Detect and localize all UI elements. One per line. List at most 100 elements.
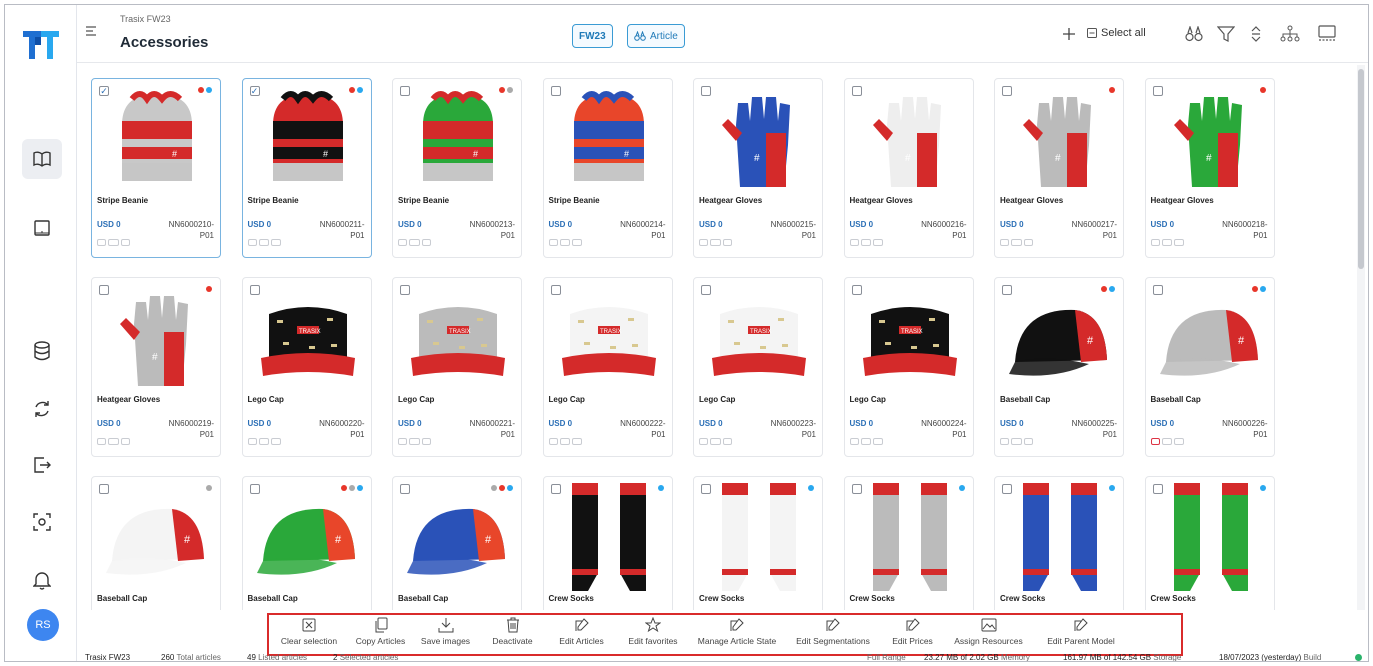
article-card[interactable]: # Baseball Cap	[392, 476, 522, 610]
find-icon[interactable]	[1185, 26, 1203, 42]
colorway-dot	[206, 485, 212, 491]
article-card[interactable]: Crew Socks	[1144, 476, 1275, 610]
article-checkbox[interactable]	[400, 285, 410, 295]
article-card[interactable]: # ✓ Stripe Beanie USD 0 NN6000211- P01	[241, 78, 372, 258]
article-checkbox[interactable]: ✓	[99, 86, 109, 96]
boards-nav-button[interactable]	[22, 208, 62, 248]
article-checkbox[interactable]	[550, 484, 561, 494]
article-checkbox[interactable]	[550, 285, 561, 295]
article-checkbox[interactable]	[1002, 86, 1012, 96]
article-checkbox[interactable]	[99, 484, 109, 494]
article-checkbox[interactable]	[249, 484, 260, 494]
colorway-dots	[808, 485, 814, 491]
scan-nav-button[interactable]	[22, 502, 62, 542]
action-assign-resources-button[interactable]: Assign Resources	[944, 613, 1033, 654]
tag	[1174, 239, 1184, 246]
action-manage-article-state-button[interactable]: Manage Article State	[689, 613, 785, 654]
article-checkbox[interactable]: ✓	[249, 86, 260, 96]
select-all-button[interactable]: Select all	[1087, 27, 1146, 39]
article-checkbox[interactable]	[249, 285, 260, 295]
sync-nav-button[interactable]	[22, 389, 62, 429]
article-card[interactable]: Crew Socks	[994, 476, 1124, 610]
sort-icon[interactable]	[1249, 25, 1263, 43]
article-number-code: NN6000211-	[319, 220, 365, 229]
action-edit-parent-model-button[interactable]: Edit Parent Model	[1033, 613, 1129, 654]
article-number-suffix: P01	[199, 231, 214, 240]
article-card[interactable]: # Baseball Cap	[241, 476, 372, 610]
svg-text:#: #	[323, 149, 328, 159]
tag	[849, 239, 859, 246]
article-card[interactable]: # Stripe Beanie USD 0 NN6000213- P01	[392, 78, 522, 258]
article-price: USD 0	[699, 220, 723, 229]
article-checkbox[interactable]	[99, 285, 109, 295]
view-layout-icon[interactable]	[1317, 25, 1337, 43]
action-edit-articles-button[interactable]: Edit Articles	[546, 613, 617, 654]
article-card[interactable]: Crew Socks	[843, 476, 974, 610]
article-card[interactable]: TRASIX Lego Cap USD 0 NN6000223- P01	[693, 277, 823, 457]
article-card[interactable]: TRASIX Lego Cap USD 0 NN6000222- P01	[542, 277, 673, 457]
article-checkbox[interactable]	[851, 86, 862, 96]
article-checkbox[interactable]	[1152, 86, 1163, 96]
article-card[interactable]: TRASIX Lego Cap USD 0 NN6000220- P01	[241, 277, 372, 457]
article-card[interactable]: # Heatgear Gloves USD 0 NN6000217- P01	[994, 78, 1124, 258]
article-card[interactable]: # ✓ Stripe Beanie USD 0 NN6000210- P01	[91, 78, 221, 258]
article-checkbox[interactable]	[1002, 285, 1012, 295]
user-avatar[interactable]: RS	[27, 609, 59, 641]
tag	[849, 438, 859, 445]
status-build: 18/07/2023 (yesterday) Build	[1219, 653, 1322, 662]
article-checkbox[interactable]	[400, 484, 410, 494]
article-card[interactable]: # Heatgear Gloves USD 0 NN6000218- P01	[1144, 78, 1275, 258]
article-checkbox[interactable]	[701, 86, 711, 96]
article-number-suffix: P01	[952, 231, 967, 240]
add-icon[interactable]	[1062, 27, 1076, 41]
article-card[interactable]: TRASIX Lego Cap USD 0 NN6000221- P01	[392, 277, 522, 457]
action-save-images-button[interactable]: Save images	[412, 613, 479, 654]
article-card[interactable]: # Baseball Cap USD 0 NN6000225- P01	[994, 277, 1124, 457]
notifications-nav-button[interactable]	[22, 560, 62, 600]
action-edit-favorites-button[interactable]: Edit favorites	[617, 613, 689, 654]
article-checkbox[interactable]	[1152, 285, 1163, 295]
article-checkbox[interactable]	[1002, 484, 1012, 494]
hierarchy-icon[interactable]	[1280, 25, 1300, 43]
action-edit-prices-button[interactable]: Edit Prices	[881, 613, 944, 654]
article-card[interactable]: # Baseball Cap	[91, 476, 221, 610]
filter-icon[interactable]	[1217, 26, 1235, 42]
breadcrumb[interactable]: Trasix FW23	[120, 14, 171, 24]
article-card[interactable]: # Stripe Beanie USD 0 NN6000214- P01	[542, 78, 673, 258]
article-checkbox[interactable]	[701, 484, 711, 494]
season-chip[interactable]: FW23	[572, 24, 613, 48]
article-checkbox[interactable]	[851, 285, 862, 295]
article-card[interactable]: TRASIX Lego Cap USD 0 NN6000224- P01	[843, 277, 974, 457]
article-card[interactable]: # Heatgear Gloves USD 0 NN6000215- P01	[693, 78, 823, 258]
menu-toggle-icon[interactable]	[85, 25, 97, 37]
article-card[interactable]: # Heatgear Gloves USD 0 NN6000219- P01	[91, 277, 221, 457]
article-card[interactable]: Crew Socks	[693, 476, 823, 610]
article-checkbox[interactable]	[851, 484, 862, 494]
article-card[interactable]: Crew Socks	[542, 476, 673, 610]
article-checkbox[interactable]	[701, 285, 711, 295]
tag	[699, 438, 709, 445]
catalog-nav-button[interactable]	[22, 139, 62, 179]
article-checkbox[interactable]	[550, 86, 561, 96]
app-logo[interactable]	[21, 25, 61, 65]
action-edit-segmentations-button[interactable]: Edit Segmentations	[785, 613, 881, 654]
export-nav-button[interactable]	[22, 445, 62, 485]
article-name: Stripe Beanie	[548, 196, 600, 205]
action-deactivate-button[interactable]: Deactivate	[479, 613, 546, 654]
tag	[108, 438, 119, 445]
data-nav-button[interactable]	[22, 331, 62, 371]
article-card[interactable]: # Baseball Cap USD 0 NN6000226- P01	[1144, 277, 1275, 457]
article-card[interactable]: # Heatgear Gloves USD 0 NN6000216- P01	[843, 78, 974, 258]
action-clear-selection-button[interactable]: Clear selection	[269, 613, 349, 654]
tag	[398, 438, 408, 445]
grid-scrollbar[interactable]	[1357, 65, 1365, 610]
scrollbar-thumb[interactable]	[1358, 69, 1364, 269]
article-chip[interactable]: Article	[627, 24, 685, 48]
action-copy-articles-button[interactable]: Copy Articles	[349, 613, 412, 654]
socks-image	[722, 483, 796, 591]
article-number-code: NN6000225-	[1071, 419, 1117, 428]
article-checkbox[interactable]	[400, 86, 410, 96]
article-name: Lego Cap	[398, 395, 435, 404]
article-checkbox[interactable]	[1152, 484, 1163, 494]
colorway-dots	[348, 87, 363, 93]
